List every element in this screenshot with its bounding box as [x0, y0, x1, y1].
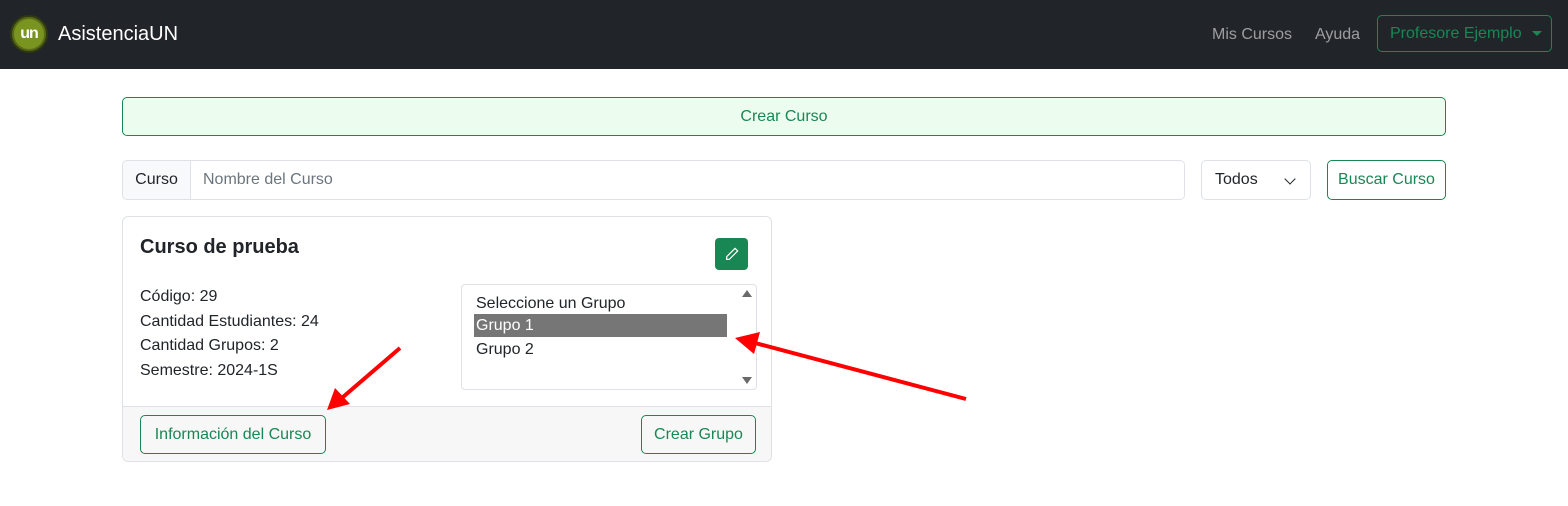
- group-option-grupo-1[interactable]: Grupo 1: [474, 314, 727, 337]
- course-search-input[interactable]: [191, 161, 1184, 199]
- course-code: Código: 29: [140, 288, 218, 305]
- user-menu-label: Profesore Ejemplo: [1390, 24, 1522, 42]
- search-course-button[interactable]: Buscar Curso: [1327, 160, 1446, 200]
- student-count: Cantidad Estudiantes: 24: [140, 313, 319, 330]
- course-card: Curso de prueba Código: 29 Cantidad Estu…: [122, 216, 772, 462]
- caret-down-icon: [1531, 31, 1542, 36]
- university-logo: un: [10, 15, 48, 53]
- course-title: Curso de prueba: [140, 236, 299, 258]
- search-prefix-label: Curso: [123, 161, 191, 199]
- scroll-up-arrow-icon[interactable]: [742, 290, 752, 297]
- group-count: Cantidad Grupos: 2: [140, 337, 279, 354]
- brand-name: AsistenciaUN: [58, 22, 179, 45]
- nav-link-mis-cursos[interactable]: Mis Cursos: [1212, 26, 1292, 44]
- brand[interactable]: un AsistenciaUN: [10, 15, 178, 53]
- user-menu-button[interactable]: Profesore Ejemplo: [1377, 15, 1552, 52]
- scroll-down-arrow-icon[interactable]: [742, 377, 752, 384]
- group-select-listbox[interactable]: Seleccione un Grupo Grupo 1 Grupo 2: [461, 284, 757, 390]
- course-search-group: Curso: [122, 160, 1185, 200]
- top-navbar: un AsistenciaUN Mis Cursos Ayuda Profeso…: [0, 0, 1568, 69]
- filter-selected-value: Todos: [1215, 171, 1258, 188]
- semester: Semestre: 2024-1S: [140, 362, 278, 379]
- pencil-icon: [725, 247, 738, 261]
- create-course-button[interactable]: Crear Curso: [122, 97, 1446, 136]
- edit-course-button[interactable]: [715, 238, 748, 270]
- create-group-button[interactable]: Crear Grupo: [641, 415, 756, 454]
- chevron-down-icon: [1284, 173, 1296, 185]
- group-option-grupo-2[interactable]: Grupo 2: [474, 338, 727, 361]
- course-info-button[interactable]: Información del Curso: [140, 415, 326, 454]
- semester-filter-select[interactable]: Todos: [1201, 160, 1311, 200]
- nav-link-ayuda[interactable]: Ayuda: [1315, 26, 1360, 44]
- logo-text: un: [14, 19, 44, 49]
- course-card-footer: Información del Curso Crear Grupo: [123, 406, 771, 461]
- group-option-placeholder[interactable]: Seleccione un Grupo: [474, 292, 727, 315]
